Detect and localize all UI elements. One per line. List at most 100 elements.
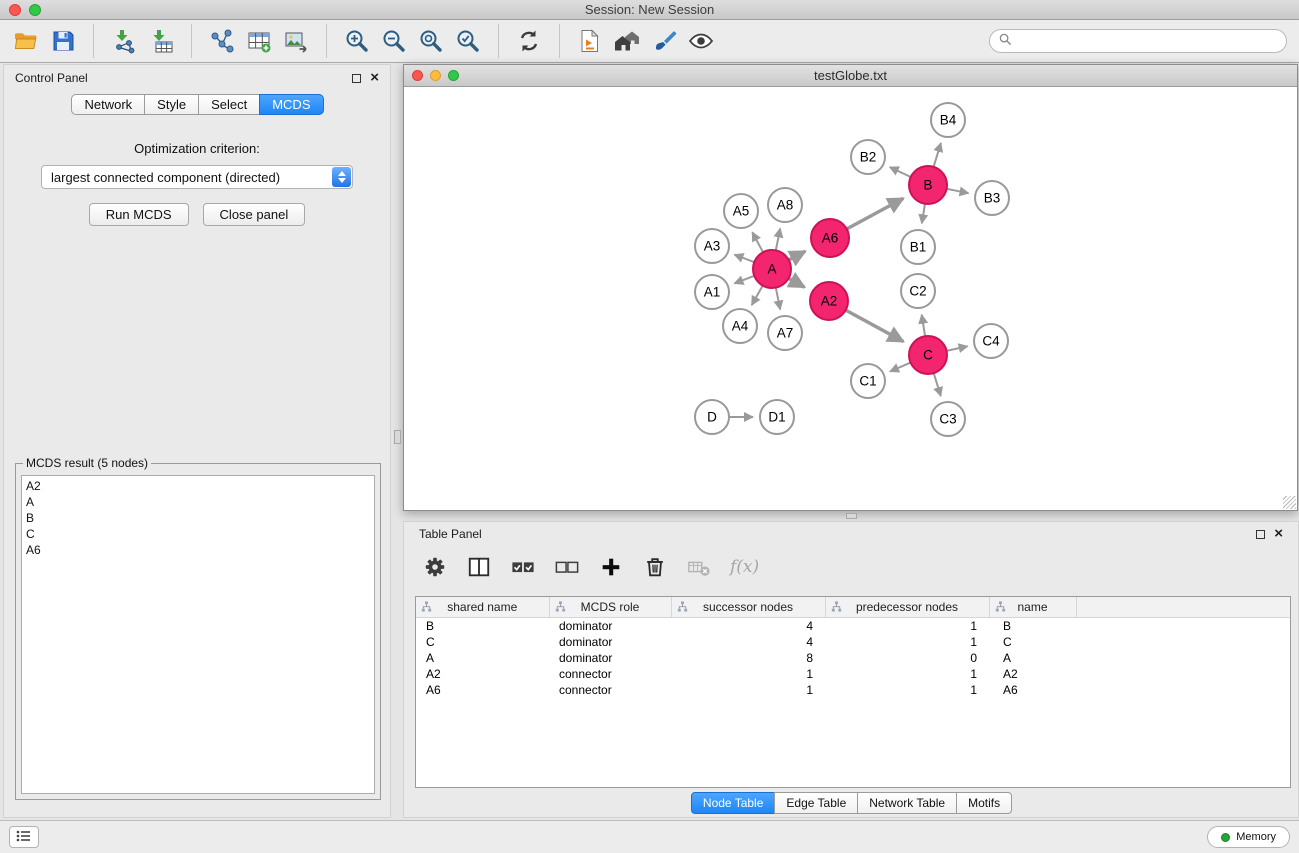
task-history-button[interactable] [9, 826, 39, 848]
cell-shared-name[interactable]: B [416, 617, 549, 634]
import-table-from-file-icon[interactable] [145, 25, 177, 57]
column-header-name[interactable]: name [989, 597, 1076, 617]
cell-name[interactable]: A2 [989, 666, 1076, 682]
cell-successor-nodes[interactable]: 1 [671, 666, 825, 682]
tab-network-table[interactable]: Network Table [857, 792, 957, 814]
style-icon[interactable] [648, 25, 680, 57]
deselect-all-icon[interactable] [554, 554, 580, 580]
cell-predecessor-nodes[interactable]: 0 [825, 650, 989, 666]
cell-name[interactable]: A [989, 650, 1076, 666]
delete-row-icon[interactable] [642, 554, 668, 580]
splitter-handle[interactable] [394, 430, 401, 444]
cell-name[interactable]: C [989, 634, 1076, 650]
tab-edge-table[interactable]: Edge Table [774, 792, 858, 814]
graph-node-A2[interactable]: A2 [810, 282, 848, 320]
close-panel-icon[interactable]: × [1274, 529, 1283, 539]
open-file-icon[interactable] [10, 25, 42, 57]
tab-motifs[interactable]: Motifs [956, 792, 1012, 814]
close-panel-button[interactable]: Close panel [203, 203, 306, 226]
zoom-window-icon[interactable] [29, 4, 41, 16]
graph-edge-B-B4[interactable] [934, 143, 941, 167]
cell-predecessor-nodes[interactable]: 1 [825, 634, 989, 650]
cell-mcds-role[interactable]: dominator [549, 634, 671, 650]
graph-edge-A-A4[interactable] [752, 286, 763, 306]
cell-shared-name[interactable]: A [416, 650, 549, 666]
criterion-dropdown[interactable]: largest connected component (directed) [41, 165, 353, 189]
tab-mcds[interactable]: MCDS [259, 94, 323, 115]
show-columns-icon[interactable] [466, 554, 492, 580]
graph-node-A7[interactable]: A7 [768, 316, 802, 350]
delete-table-icon[interactable] [686, 554, 712, 580]
tab-style[interactable]: Style [144, 94, 199, 115]
graph-edge-A-A8[interactable] [776, 229, 780, 251]
cell-mcds-role[interactable]: dominator [549, 650, 671, 666]
cell-successor-nodes[interactable]: 4 [671, 617, 825, 634]
show-hide-icon[interactable] [685, 25, 717, 57]
graph-node-D1[interactable]: D1 [760, 400, 794, 434]
zoom-fit-icon[interactable] [415, 25, 447, 57]
network-canvas[interactable]: B4B2BB3A5A8A6B1A3AC2A1A2A4A7C4CC1C3DD1 [404, 87, 1297, 510]
zoom-network-window-icon[interactable] [448, 70, 459, 81]
close-window-icon[interactable] [9, 4, 21, 16]
network-window-titlebar[interactable]: testGlobe.txt [404, 65, 1297, 87]
column-header-successor-nodes[interactable]: successor nodes [671, 597, 825, 617]
mcds-result-item[interactable]: A2 [26, 478, 370, 494]
table-row[interactable]: A2 connector 1 1 A2 [416, 666, 1290, 682]
graph-edge-C-C2[interactable] [922, 315, 925, 337]
minimize-network-window-icon[interactable] [430, 70, 441, 81]
column-header-shared-name[interactable]: shared name [416, 597, 549, 617]
graph-node-B2[interactable]: B2 [851, 140, 885, 174]
search-input[interactable] [1017, 34, 1277, 48]
graph-node-A[interactable]: A [753, 250, 791, 288]
graph-edge-B-B2[interactable] [890, 167, 911, 177]
table-row[interactable]: A dominator 8 0 A [416, 650, 1290, 666]
graph-node-A1[interactable]: A1 [695, 275, 729, 309]
graph-edge-A2-C[interactable] [846, 310, 904, 342]
cell-predecessor-nodes[interactable]: 1 [825, 666, 989, 682]
graph-node-B1[interactable]: B1 [901, 230, 935, 264]
graph-node-A5[interactable]: A5 [724, 194, 758, 228]
graph-node-C2[interactable]: C2 [901, 274, 935, 308]
graph-node-A4[interactable]: A4 [723, 309, 757, 343]
export-image-icon[interactable] [280, 25, 312, 57]
graph-edge-C-C1[interactable] [890, 363, 911, 372]
memory-button[interactable]: Memory [1207, 826, 1290, 848]
cell-shared-name[interactable]: C [416, 634, 549, 650]
graph-node-C[interactable]: C [909, 336, 947, 374]
graph-edge-C-C4[interactable] [947, 346, 968, 351]
graph-node-A3[interactable]: A3 [695, 229, 729, 263]
network-graph[interactable]: B4B2BB3A5A8A6B1A3AC2A1A2A4A7C4CC1C3DD1 [404, 87, 1297, 510]
window-resize-handle[interactable] [1283, 496, 1296, 509]
graph-node-D[interactable]: D [695, 400, 729, 434]
cell-name[interactable]: B [989, 617, 1076, 634]
cell-shared-name[interactable]: A6 [416, 682, 549, 698]
open-annotations-icon[interactable] [574, 25, 606, 57]
search-field[interactable] [989, 29, 1287, 53]
splitter-handle[interactable] [846, 513, 857, 519]
zoom-selected-icon[interactable] [452, 25, 484, 57]
cell-mcds-role[interactable]: connector [549, 682, 671, 698]
mcds-result-list[interactable]: A2 A B C A6 [21, 475, 375, 794]
table-settings-icon[interactable] [422, 554, 448, 580]
cell-predecessor-nodes[interactable]: 1 [825, 617, 989, 634]
column-header-mcds-role[interactable]: MCDS role [549, 597, 671, 617]
graph-edge-A-A6[interactable] [789, 251, 806, 260]
mcds-result-item[interactable]: C [26, 526, 370, 542]
home-icon[interactable] [611, 25, 643, 57]
float-panel-icon[interactable] [352, 74, 361, 83]
graph-edge-B-B1[interactable] [922, 204, 925, 224]
float-panel-icon[interactable] [1256, 530, 1265, 539]
graph-edge-A-A7[interactable] [776, 288, 780, 310]
column-header-predecessor-nodes[interactable]: predecessor nodes [825, 597, 989, 617]
cell-shared-name[interactable]: A2 [416, 666, 549, 682]
mcds-result-item[interactable]: A [26, 494, 370, 510]
close-panel-icon[interactable]: × [370, 73, 379, 83]
cell-successor-nodes[interactable]: 4 [671, 634, 825, 650]
table-row[interactable]: C dominator 4 1 C [416, 634, 1290, 650]
graph-node-C1[interactable]: C1 [851, 364, 885, 398]
cell-successor-nodes[interactable]: 1 [671, 682, 825, 698]
graph-node-B3[interactable]: B3 [975, 181, 1009, 215]
tab-select[interactable]: Select [198, 94, 260, 115]
graph-edge-A-A1[interactable] [734, 276, 754, 284]
cell-name[interactable]: A6 [989, 682, 1076, 698]
